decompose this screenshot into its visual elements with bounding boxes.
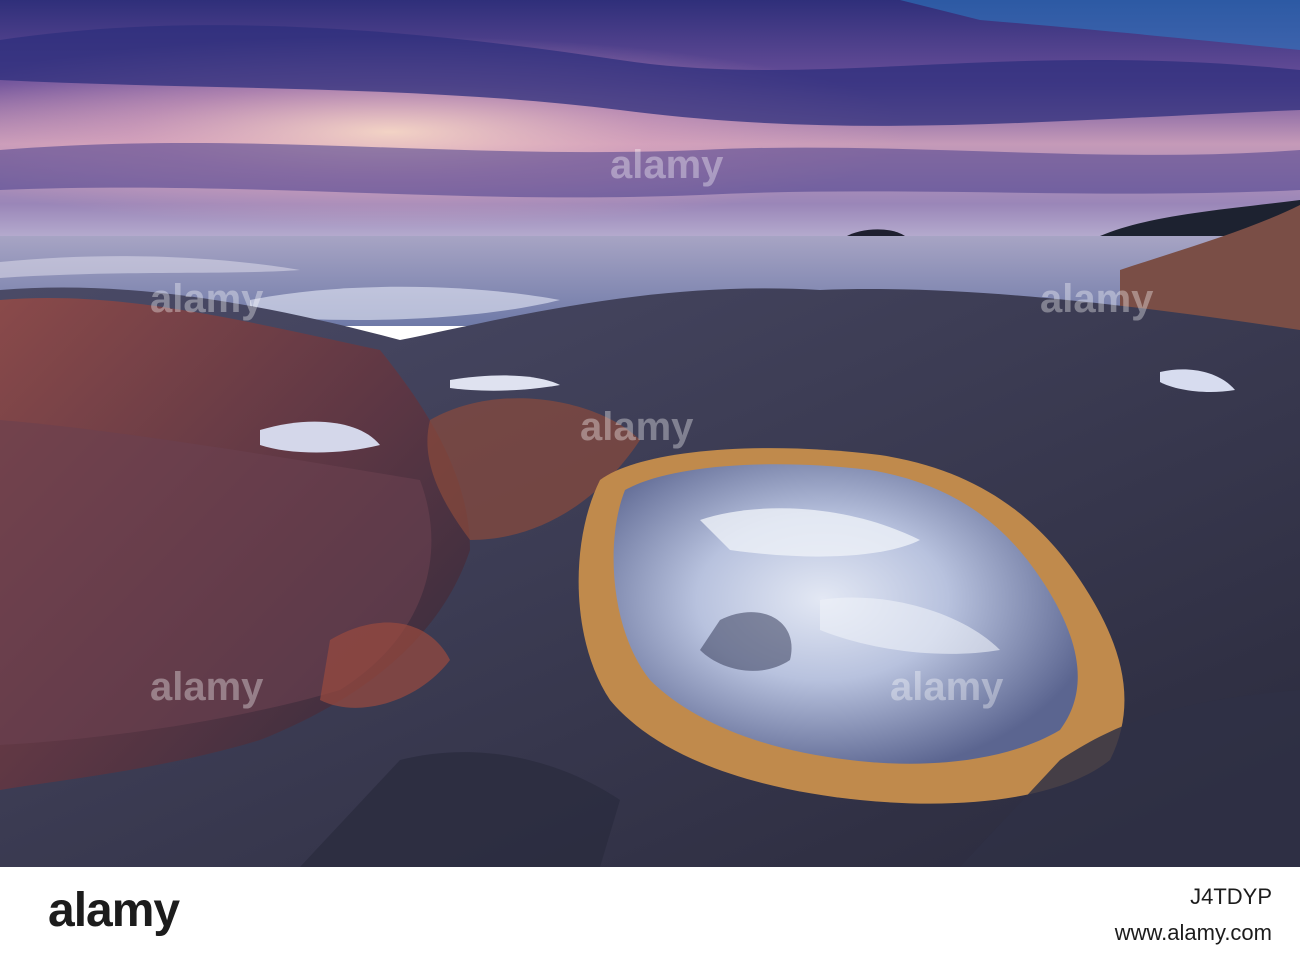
logo-text: alamy [48,883,180,937]
image-info: J4TDYP www.alamy.com [1115,884,1272,946]
image-id: J4TDYP [1190,884,1272,909]
stock-photo [0,0,1300,867]
alamy-logo: alamy [48,874,180,946]
site-url[interactable]: www.alamy.com [1115,920,1272,946]
footer-bar [0,867,1300,956]
